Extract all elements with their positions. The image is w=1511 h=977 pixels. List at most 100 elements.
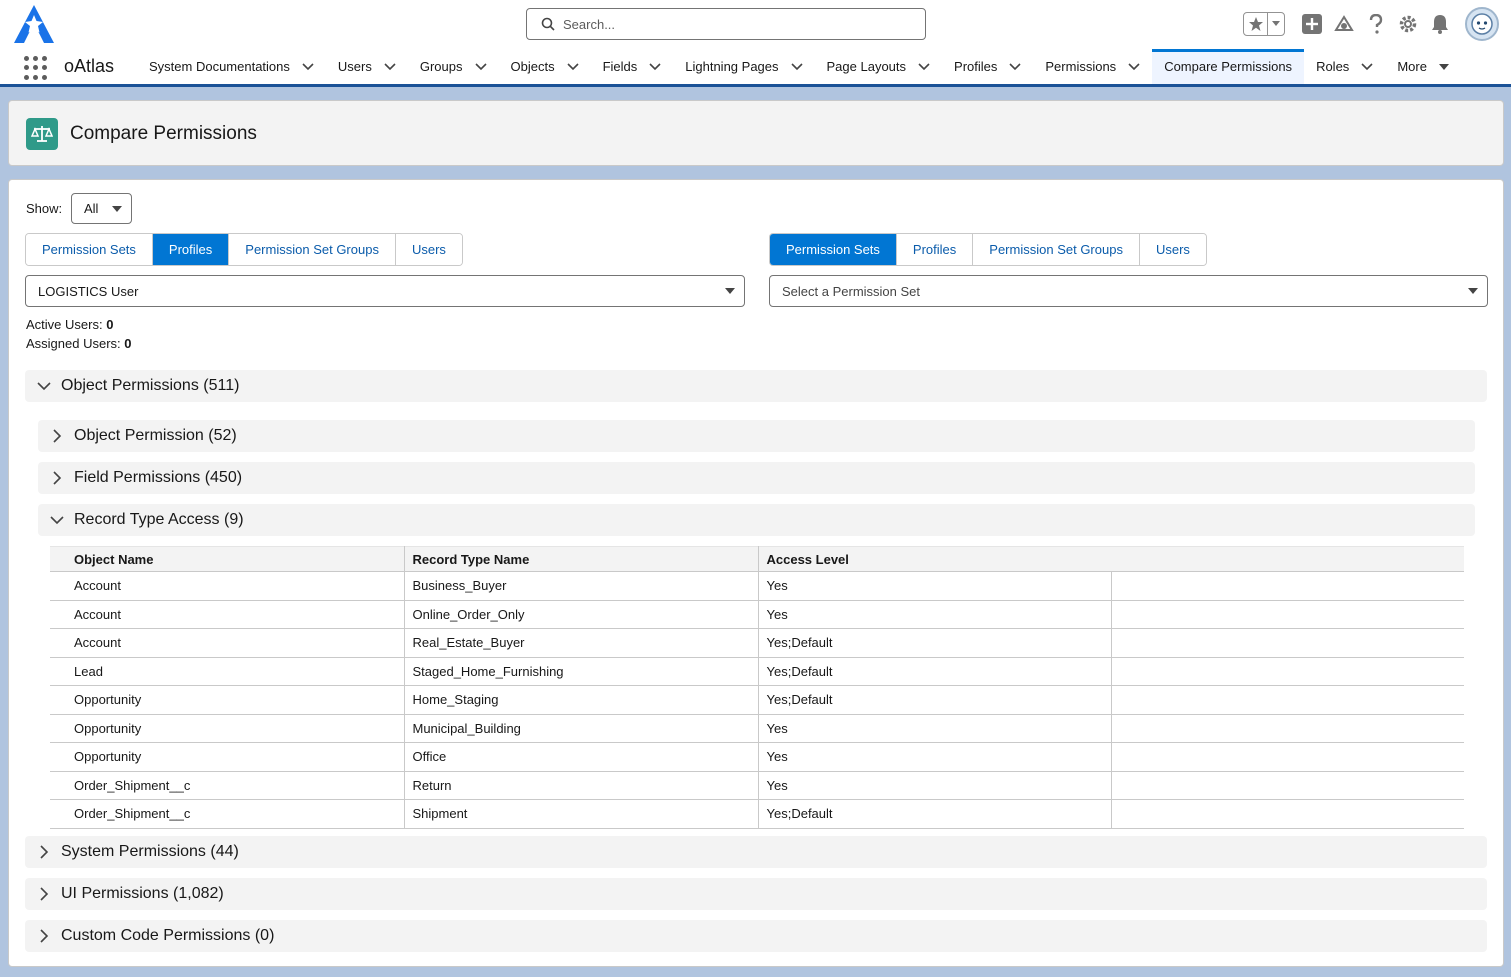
right-permission-set-combobox[interactable]: Select a Permission Set [769,275,1488,307]
chevron-down-icon[interactable] [1128,62,1140,71]
column-header-empty [1111,546,1464,572]
nav-tab-more[interactable]: More [1385,49,1461,84]
cell-record-type-name: Shipment [404,799,759,829]
cell-access-level: Yes [758,571,1112,601]
cell-record-type-name: Home_Staging [404,685,759,715]
cell-object-name: Lead [50,657,405,686]
show-filter-value: All [84,201,99,216]
nav-tab-compare-permissions[interactable]: Compare Permissions [1152,49,1305,84]
section-custom-code-permissions[interactable]: Custom Code Permissions (0) [25,920,1487,952]
nav-tab-profiles[interactable]: Profiles [942,49,1033,84]
chevron-down-icon[interactable] [567,62,579,71]
column-header-record-type-name[interactable]: Record Type Name [404,546,759,572]
help-icon[interactable] [1365,13,1387,35]
chevron-down-icon[interactable] [918,62,930,71]
right-permission-set-groups-button[interactable]: Permission Set Groups [973,234,1140,265]
setup-gear-icon[interactable] [1397,13,1419,35]
notifications-bell-icon[interactable] [1429,13,1451,35]
table-row: Account Real_Estate_Buyer Yes;Default [50,628,1464,658]
table-row: Order_Shipment__c Return Yes [50,771,1464,800]
search-icon [541,17,555,31]
table-row: Account Online_Order_Only Yes [50,600,1464,629]
chevron-down-icon [37,379,51,393]
cell-access-level: Yes [758,600,1112,629]
left-permission-sets-button[interactable]: Permission Sets [26,234,153,265]
cell-empty [1111,628,1464,658]
app-launcher-icon[interactable] [24,56,48,80]
show-label: Show: [26,201,63,216]
nav-tab-fields[interactable]: Fields [591,49,674,84]
trailhead-icon[interactable] [1333,13,1355,35]
nav-tab-permissions[interactable]: Permissions [1033,49,1152,84]
favorites-dropdown-icon[interactable] [1268,13,1284,35]
nav-tab-system-documentations[interactable]: System Documentations [137,49,326,84]
nav-tab-groups[interactable]: Groups [408,49,499,84]
table-row: Opportunity Municipal_Building Yes [50,714,1464,743]
chevron-right-icon [50,429,64,443]
left-profiles-button[interactable]: Profiles [152,234,230,265]
cell-object-name: Order_Shipment__c [50,799,405,829]
chevron-right-icon [37,887,51,901]
right-permission-sets-button[interactable]: Permission Sets [770,234,897,265]
chevron-right-icon [37,929,51,943]
left-users-button[interactable]: Users [395,234,462,265]
right-users-button[interactable]: Users [1139,234,1206,265]
chevron-down-icon[interactable] [1009,62,1021,71]
section-system-permissions[interactable]: System Permissions (44) [25,836,1487,868]
cell-record-type-name: Business_Buyer [404,571,759,601]
app-name: oAtlas [64,56,115,76]
chevron-down-icon[interactable] [474,62,487,71]
caret-down-icon [725,288,735,294]
section-record-type-access[interactable]: Record Type Access (9) [38,504,1475,536]
left-combobox-value: LOGISTICS User [38,283,139,299]
show-filter-select[interactable]: All [71,193,132,224]
cell-access-level: Yes [758,714,1112,743]
section-ui-permissions[interactable]: UI Permissions (1,082) [25,878,1487,910]
page-title: Compare Permissions [70,123,257,144]
assigned-users-count: 0 [124,336,132,351]
right-type-button-group: Permission Sets Profiles Permission Set … [769,233,1207,266]
chevron-down-icon[interactable] [1361,62,1373,71]
nav-tab-roles[interactable]: Roles [1304,49,1385,84]
table-row: Opportunity Home_Staging Yes;Default [50,685,1464,715]
section-object-permissions[interactable]: Object Permissions (511) [25,370,1487,402]
cell-object-name: Opportunity [50,742,405,772]
chevron-down-icon[interactable] [649,62,661,71]
chevron-down-icon[interactable] [790,62,803,71]
user-avatar[interactable] [1465,7,1499,41]
table-row: Lead Staged_Home_Furnishing Yes;Default [50,657,1464,686]
chevron-down-icon[interactable] [384,62,396,71]
cell-access-level: Yes;Default [758,628,1112,658]
astro-avatar-icon [1471,13,1493,35]
caret-down-icon[interactable] [1438,63,1449,70]
cell-access-level: Yes [758,742,1112,772]
right-profiles-button[interactable]: Profiles [896,234,974,265]
favorites-star-icon[interactable] [1244,13,1268,35]
global-search-input[interactable]: Search... [526,8,926,40]
nav-tab-page-layouts[interactable]: Page Layouts [815,49,943,84]
search-placeholder: Search... [563,16,616,32]
cell-object-name: Account [50,628,405,658]
cell-empty [1111,600,1464,629]
caret-down-icon [1468,288,1478,294]
cell-record-type-name: Return [404,771,759,800]
cell-object-name: Opportunity [50,714,405,743]
scales-icon [26,118,58,150]
chevron-down-icon[interactable] [302,62,314,71]
left-profile-combobox[interactable]: LOGISTICS User [25,275,745,307]
left-permission-set-groups-button[interactable]: Permission Set Groups [229,234,396,265]
nav-tab-users[interactable]: Users [326,49,408,84]
column-header-access-level[interactable]: Access Level [758,546,1111,572]
cell-empty [1111,657,1464,686]
cell-record-type-name: Staged_Home_Furnishing [404,657,759,686]
nav-tab-objects[interactable]: Objects [499,49,591,84]
nav-tab-lightning-pages[interactable]: Lightning Pages [673,49,814,84]
atlas-logo-icon[interactable] [10,3,58,45]
column-header-object-name[interactable]: Object Name [50,546,405,572]
record-type-access-table: Object Name Record Type Name Access Leve… [50,546,1464,829]
global-actions-plus-icon[interactable] [1301,13,1323,35]
assigned-users-stat: Assigned Users: 0 [26,336,132,351]
section-field-permissions[interactable]: Field Permissions (450) [38,462,1475,494]
cell-record-type-name: Online_Order_Only [404,600,759,629]
section-object-permission[interactable]: Object Permission (52) [38,420,1475,452]
